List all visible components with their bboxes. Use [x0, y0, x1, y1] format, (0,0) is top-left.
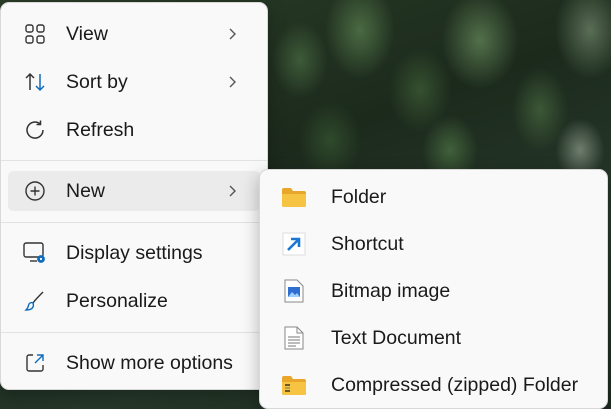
sort-arrows-icon: [22, 69, 48, 95]
menu-item-show-more-options[interactable]: Show more options: [8, 343, 260, 383]
folder-icon: [281, 184, 307, 210]
menu-divider: [1, 160, 267, 161]
text-document-icon: [281, 325, 307, 351]
plus-circle-icon: [22, 178, 48, 204]
submenu-item-text-document[interactable]: Text Document: [266, 318, 601, 358]
menu-divider: [1, 332, 267, 333]
menu-item-label: New: [66, 179, 106, 202]
submenu-item-label: Folder: [331, 185, 387, 208]
grid-view-icon: [22, 21, 48, 47]
shortcut-arrow-icon: [281, 231, 307, 257]
refresh-icon: [22, 117, 48, 143]
menu-item-display-settings[interactable]: Display settings: [8, 233, 260, 273]
display-settings-icon: [22, 240, 48, 266]
menu-item-personalize[interactable]: Personalize: [8, 281, 260, 321]
submenu-item-folder[interactable]: Folder: [266, 177, 601, 217]
menu-item-label: Show more options: [66, 351, 233, 374]
submenu-item-compressed-folder[interactable]: Compressed (zipped) Folder: [266, 365, 601, 405]
menu-item-label: View: [66, 22, 108, 45]
menu-divider: [1, 222, 267, 223]
open-external-icon: [22, 350, 48, 376]
chevron-right-icon: [229, 185, 236, 197]
menu-item-sort-by[interactable]: Sort by: [8, 62, 260, 102]
menu-item-view[interactable]: View: [8, 14, 260, 54]
submenu-item-bitmap-image[interactable]: Bitmap image: [266, 271, 601, 311]
menu-item-refresh[interactable]: Refresh: [8, 110, 260, 150]
menu-item-label: Personalize: [66, 289, 168, 312]
submenu-item-shortcut[interactable]: Shortcut: [266, 224, 601, 264]
menu-item-label: Refresh: [66, 118, 135, 141]
submenu-item-label: Text Document: [331, 326, 462, 349]
zipped-folder-icon: [281, 372, 307, 398]
paintbrush-icon: [22, 288, 48, 314]
submenu-item-label: Bitmap image: [331, 279, 451, 302]
desktop-context-menu: View Sort by Refresh New Display setting…: [0, 2, 268, 390]
submenu-item-label: Compressed (zipped) Folder: [331, 373, 579, 396]
chevron-right-icon: [229, 28, 236, 40]
chevron-right-icon: [229, 76, 236, 88]
menu-item-label: Display settings: [66, 241, 203, 264]
menu-item-new[interactable]: New: [8, 171, 260, 211]
menu-item-label: Sort by: [66, 70, 128, 93]
bitmap-image-icon: [281, 278, 307, 304]
submenu-item-label: Shortcut: [331, 232, 404, 255]
new-submenu: Folder Shortcut Bitmap image Text Docume…: [259, 169, 608, 409]
